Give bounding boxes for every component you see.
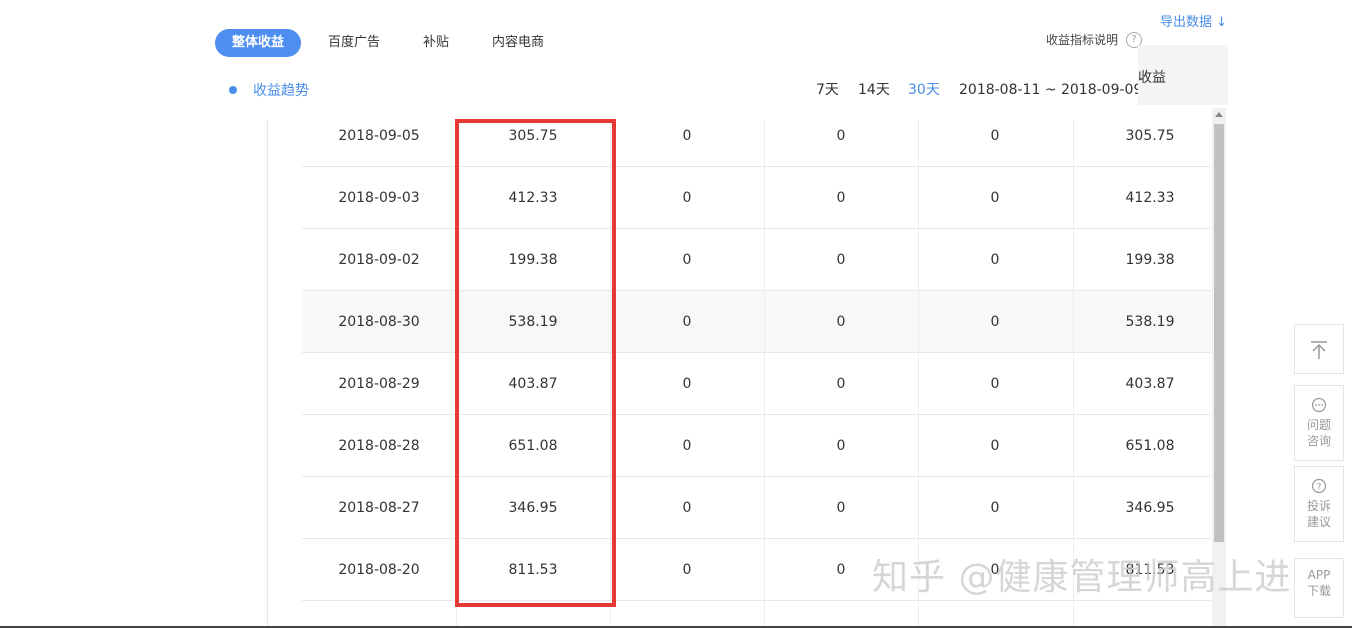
table-row: 2018-08-30 538.19 0 0 0 538.19	[302, 291, 1211, 353]
date-cell: 2018-09-02	[338, 252, 420, 268]
value-cell: 0	[682, 314, 692, 330]
tab-subsidy[interactable]: 补贴	[414, 29, 458, 57]
value-cell: 0	[682, 500, 692, 516]
date-cell: 2018-09-03	[338, 190, 420, 206]
value-cell: 0	[836, 128, 846, 144]
value-cell: 0	[836, 252, 846, 268]
value-cell: 0	[990, 190, 1000, 206]
app-label-1: APP	[1307, 568, 1331, 582]
total-cell: 412.33	[1125, 190, 1175, 206]
arrow-up-to-top-icon	[1311, 341, 1327, 359]
complaint-label-1: 投诉	[1306, 499, 1331, 513]
date-cell: 2018-08-29	[338, 376, 420, 392]
section-title: 收益趋势	[253, 83, 309, 99]
table-row: 2018-09-05 305.75 0 0 0 305.75	[302, 105, 1211, 167]
tab-baidu-ads[interactable]: 百度广告	[318, 29, 390, 57]
value-cell: 0	[836, 190, 846, 206]
export-data-link[interactable]: 导出数据 ↓	[1160, 11, 1227, 30]
question-label-2: 咨询	[1306, 434, 1331, 448]
value-cell: 0	[682, 562, 692, 578]
value-cell: 0	[990, 252, 1000, 268]
date-cell: 2018-09-05	[338, 128, 420, 144]
value-cell: 0	[990, 128, 1000, 144]
scroll-up-arrow-icon[interactable]	[1215, 112, 1223, 117]
value-cell: 0	[836, 314, 846, 330]
highlight-box	[455, 119, 616, 607]
value-cell: 0	[990, 500, 1000, 516]
table-row: 2018-08-28 651.08 0 0 0 651.08	[302, 415, 1211, 477]
question-consult-button[interactable]: 问题 咨询	[1294, 385, 1344, 461]
date-cell: 2018-08-27	[338, 500, 420, 516]
chat-bubble-icon	[1311, 397, 1327, 413]
value-cell: 0	[990, 376, 1000, 392]
value-cell: 0	[682, 376, 692, 392]
tab-overall-income[interactable]: 整体收益	[215, 29, 301, 57]
range-14-days[interactable]: 14天	[858, 80, 890, 100]
table-left-border	[267, 120, 268, 628]
value-cell: 0	[682, 252, 692, 268]
app-label-2: 下载	[1306, 584, 1331, 598]
value-cell: 0	[682, 128, 692, 144]
total-cell: 651.08	[1125, 438, 1175, 454]
total-cell: 538.19	[1125, 314, 1175, 330]
table-row: 2018-09-02 199.38 0 0 0 199.38	[302, 229, 1211, 291]
table-row: 2018-09-03 412.33 0 0 0 412.33	[302, 167, 1211, 229]
total-cell: 346.95	[1125, 500, 1175, 516]
date-cell: 2018-08-20	[338, 562, 420, 578]
header-total-label: 收益	[1138, 70, 1166, 86]
value-cell: 0	[990, 438, 1000, 454]
value-cell: 0	[682, 438, 692, 454]
bullet-dot-icon	[229, 86, 237, 94]
scrollbar-thumb[interactable]	[1214, 124, 1224, 542]
tab-content-ecommerce[interactable]: 内容电商	[482, 29, 554, 57]
metrics-explanation-label: 收益指标说明	[1046, 33, 1119, 47]
date-cell: 2018-08-28	[338, 438, 420, 454]
total-cell: 305.75	[1125, 128, 1175, 144]
value-cell: 0	[836, 376, 846, 392]
question-circle-icon: ?	[1311, 478, 1327, 494]
app-download-button[interactable]: APP 下载	[1294, 558, 1344, 618]
table-row: 2018-08-27 346.95 0 0 0 346.95	[302, 477, 1211, 539]
range-7-days[interactable]: 7天	[816, 80, 839, 100]
value-cell: 0	[836, 500, 846, 516]
table-row: 2018-08-29 403.87 0 0 0 403.87	[302, 353, 1211, 415]
date-cell: 2018-08-30	[338, 314, 420, 330]
svg-text:?: ?	[1317, 483, 1322, 493]
back-to-top-button[interactable]	[1294, 324, 1344, 374]
value-cell: 0	[990, 314, 1000, 330]
column-divider	[764, 120, 765, 628]
total-cell: 199.38	[1125, 252, 1175, 268]
question-label-1: 问题	[1306, 418, 1331, 432]
value-cell: 0	[836, 438, 846, 454]
range-30-days[interactable]: 30天	[908, 80, 940, 100]
complaint-label-2: 建议	[1306, 515, 1331, 529]
complaint-suggestion-button[interactable]: ? 投诉 建议	[1294, 466, 1344, 542]
header-cell-total: 收益	[1138, 45, 1228, 105]
date-range-picker[interactable]: 2018-08-11 ~ 2018-09-09	[959, 80, 1142, 100]
watermark: 知乎 @健康管理师高上进	[872, 557, 1292, 598]
total-cell: 403.87	[1125, 376, 1175, 392]
value-cell: 0	[682, 190, 692, 206]
